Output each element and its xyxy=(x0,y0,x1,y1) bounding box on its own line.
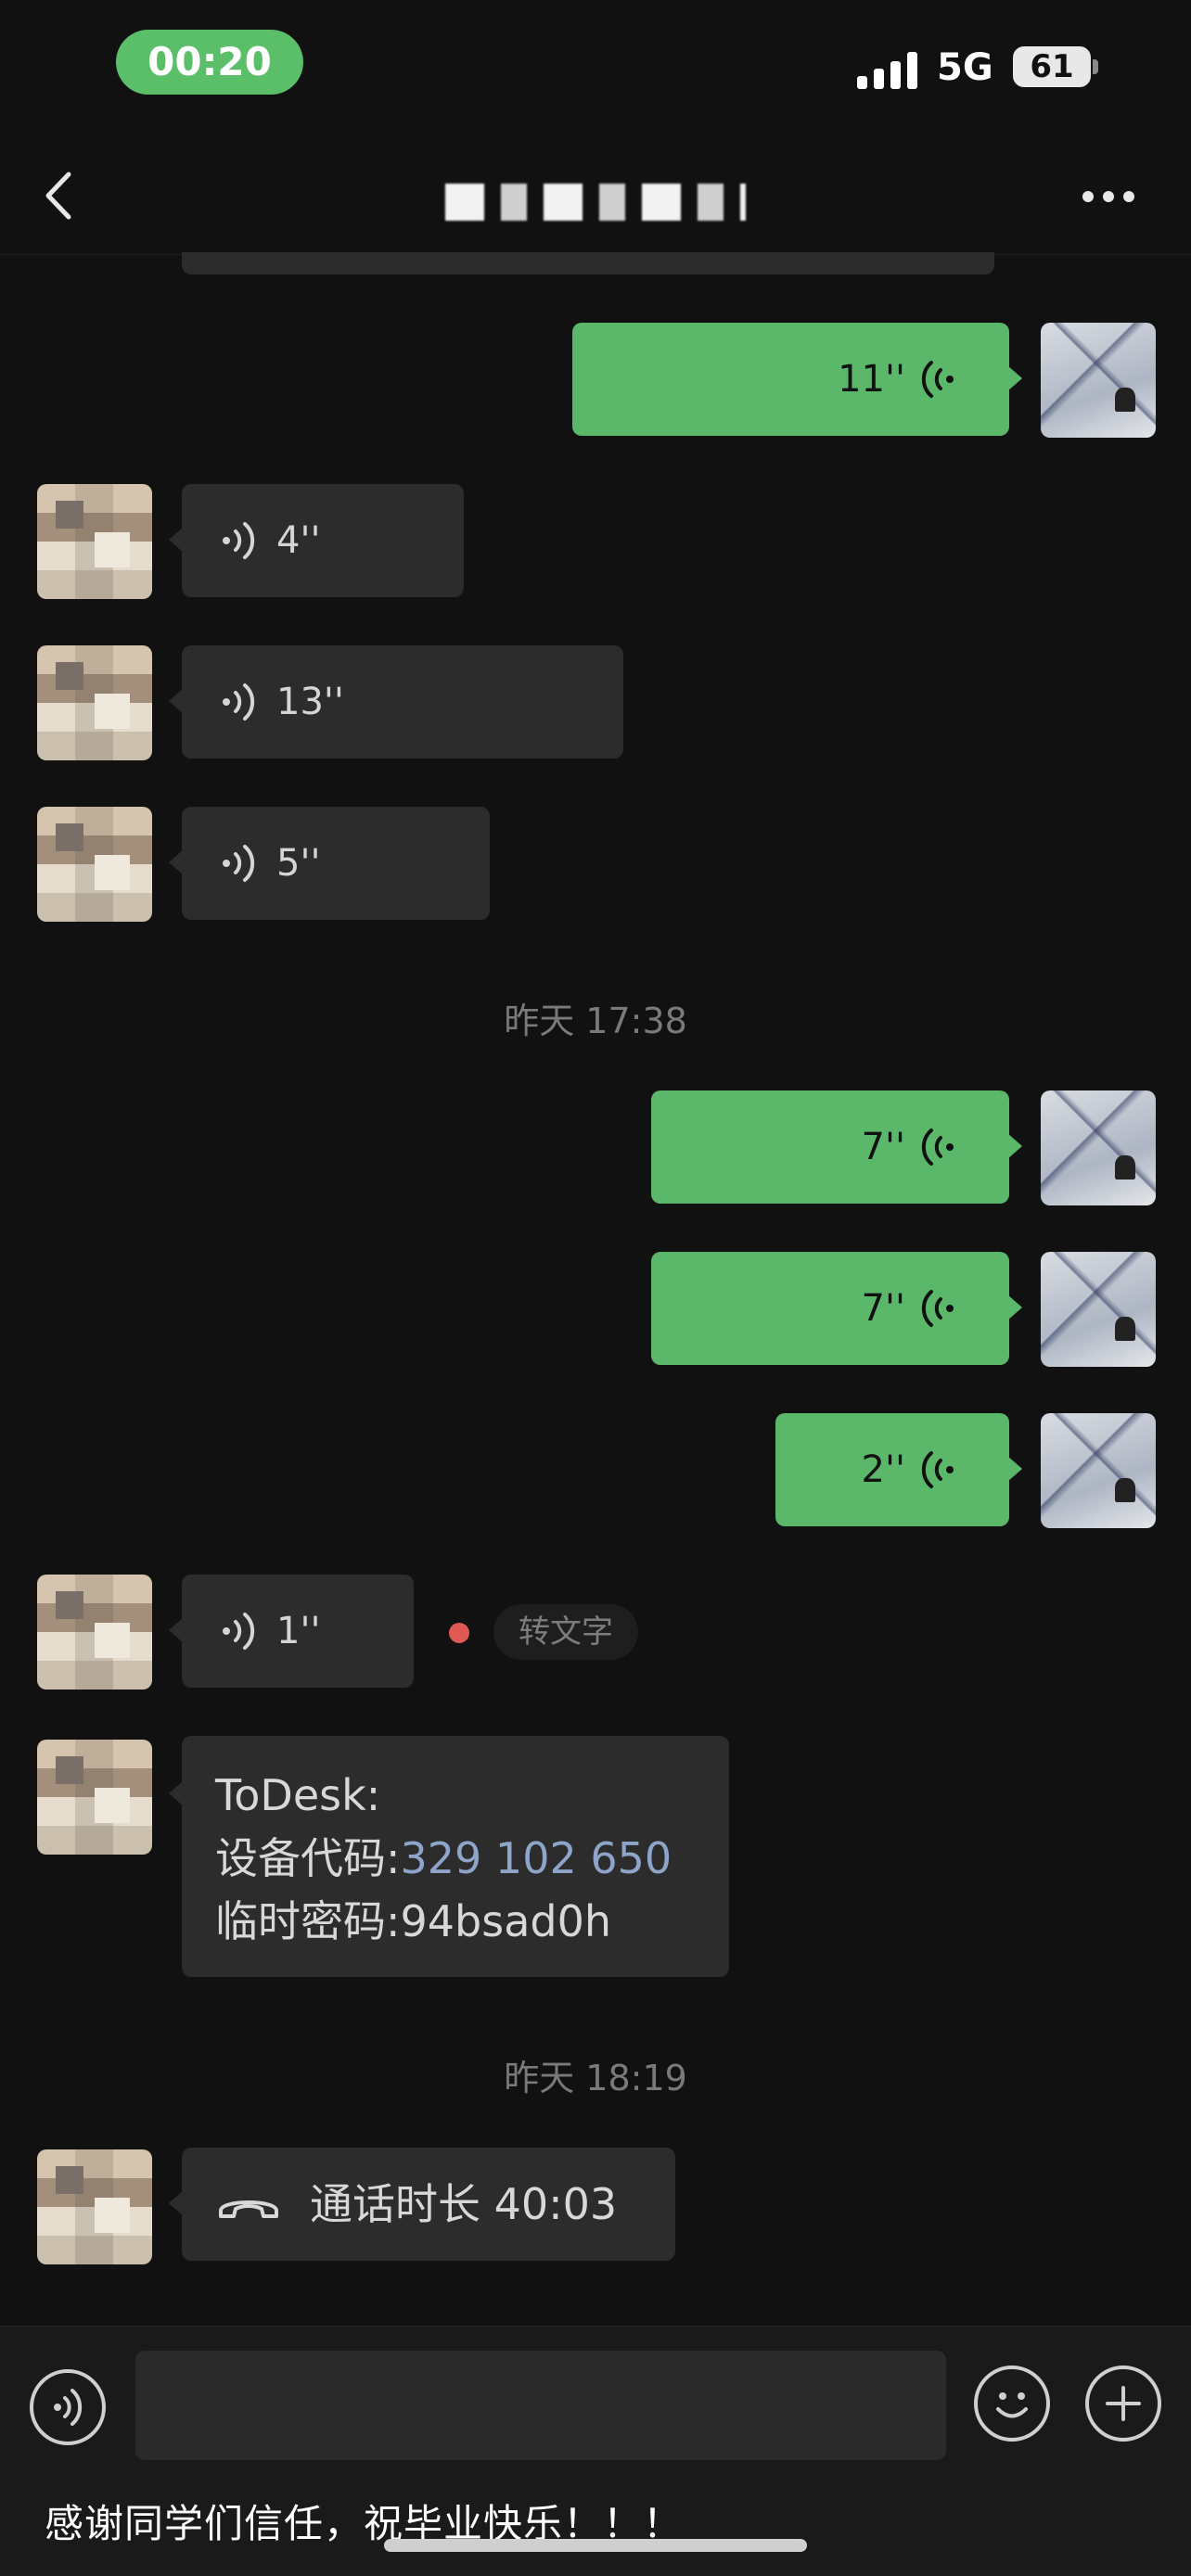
voice-wave-icon xyxy=(223,522,255,559)
network-type: 5G xyxy=(937,46,993,89)
voice-duration: 2'' xyxy=(861,1448,905,1491)
message-line: 临时密码:94bsad0h xyxy=(215,1896,612,1946)
voice-message-bubble[interactable]: 1'' xyxy=(169,1575,414,1688)
device-code-link[interactable]: 329 102 650 xyxy=(401,1833,672,1883)
ellipsis-icon[interactable] xyxy=(1081,184,1136,211)
chat-header xyxy=(0,139,1191,255)
voice-message-bubble[interactable]: 4'' xyxy=(169,484,464,597)
cellular-signal-icon xyxy=(857,50,918,89)
voice-message-bubble[interactable]: 13'' xyxy=(169,645,623,759)
voice-wave-icon xyxy=(921,1129,954,1166)
my-avatar[interactable] xyxy=(1041,1090,1156,1205)
voice-wave-icon xyxy=(921,361,954,398)
voice-message-bubble[interactable]: 7'' xyxy=(651,1252,1022,1365)
battery-level: 61 xyxy=(1013,46,1091,87)
contact-avatar[interactable] xyxy=(37,484,152,599)
voice-duration: 13'' xyxy=(276,681,344,723)
voice-wave-icon xyxy=(921,1290,954,1327)
previous-message-bubble xyxy=(182,252,994,274)
text-message-bubble[interactable]: ToDesk: 设备代码:329 102 650 临时密码:94bsad0h xyxy=(169,1736,729,1977)
voice-duration: 5'' xyxy=(276,842,321,885)
contact-avatar[interactable] xyxy=(37,807,152,922)
voice-message-bubble[interactable]: 5'' xyxy=(169,807,490,920)
contact-avatar[interactable] xyxy=(37,1740,152,1855)
message-timestamp: 昨天 17:38 xyxy=(504,1001,687,1041)
call-record-bubble[interactable]: 通话时长 40:03 xyxy=(169,2148,675,2261)
voice-wave-icon xyxy=(223,845,255,882)
convert-to-text-button[interactable]: 转文字 xyxy=(493,1604,638,1660)
plus-icon[interactable] xyxy=(1085,2366,1161,2442)
chevron-left-icon[interactable] xyxy=(37,163,83,228)
my-avatar[interactable] xyxy=(1041,1252,1156,1367)
voice-duration: 4'' xyxy=(276,519,321,562)
contact-avatar[interactable] xyxy=(37,645,152,760)
device-code-label: 设备代码: xyxy=(215,1833,401,1883)
voice-wave-icon xyxy=(921,1451,954,1488)
contact-avatar[interactable] xyxy=(37,2149,152,2264)
voice-duration: 1'' xyxy=(276,1610,321,1652)
battery-icon xyxy=(1093,59,1098,74)
chat-title-redacted xyxy=(445,184,746,221)
my-avatar[interactable] xyxy=(1041,323,1156,438)
call-duration-label: 通话时长 40:03 xyxy=(310,2179,618,2229)
my-avatar[interactable] xyxy=(1041,1413,1156,1528)
status-time: 00:20 xyxy=(116,30,303,95)
contact-avatar[interactable] xyxy=(37,1575,152,1690)
message-line: ToDesk: xyxy=(215,1770,381,1820)
voice-duration: 7'' xyxy=(861,1287,905,1330)
voice-duration: 11'' xyxy=(838,358,905,401)
voice-message-bubble[interactable]: 2'' xyxy=(775,1413,1022,1526)
message-timestamp: 昨天 18:19 xyxy=(504,2058,687,2098)
voice-mode-icon[interactable] xyxy=(30,2369,106,2445)
emoji-icon[interactable] xyxy=(974,2366,1050,2442)
voice-wave-icon xyxy=(223,1613,255,1650)
unread-dot-icon xyxy=(449,1623,469,1643)
voice-duration: 7'' xyxy=(861,1126,905,1168)
message-line: 设备代码:329 102 650 xyxy=(215,1827,729,1890)
voice-message-bubble[interactable]: 7'' xyxy=(651,1090,1022,1204)
home-indicator[interactable] xyxy=(384,2539,807,2552)
message-input[interactable] xyxy=(135,2351,946,2460)
voice-wave-icon xyxy=(223,683,255,721)
phone-hangup-icon xyxy=(219,2200,278,2218)
voice-message-bubble[interactable]: 11'' xyxy=(572,323,1022,436)
